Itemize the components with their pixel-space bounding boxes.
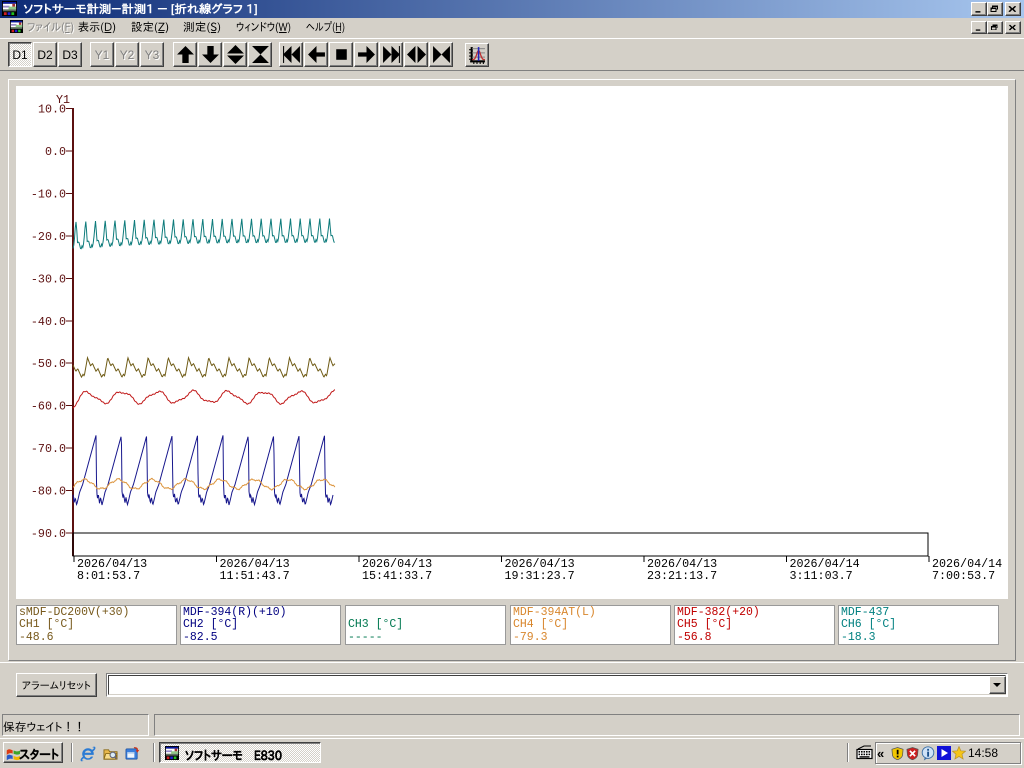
svg-text:-20.0: -20.0: [31, 230, 66, 244]
svg-text:19:31:23.7: 19:31:23.7: [505, 569, 575, 583]
svg-text:8:01:53.7: 8:01:53.7: [77, 569, 140, 583]
svg-text:15:41:33.7: 15:41:33.7: [362, 569, 432, 583]
svg-text:Y1: Y1: [56, 93, 70, 107]
svg-text:23:21:13.7: 23:21:13.7: [647, 569, 717, 583]
svg-text:0.0: 0.0: [45, 145, 66, 159]
svg-text:-80.0: -80.0: [31, 485, 66, 499]
svg-text:-50.0: -50.0: [31, 357, 66, 371]
svg-text:7:00:53.7: 7:00:53.7: [932, 569, 995, 583]
svg-text:-90.0: -90.0: [31, 527, 66, 541]
svg-text:-60.0: -60.0: [31, 400, 66, 414]
svg-text:3:11:03.7: 3:11:03.7: [790, 569, 853, 583]
svg-text:-30.0: -30.0: [31, 272, 66, 286]
svg-text:-40.0: -40.0: [31, 315, 66, 329]
svg-text:11:51:43.7: 11:51:43.7: [220, 569, 290, 583]
svg-text:-10.0: -10.0: [31, 187, 66, 201]
svg-text:-70.0: -70.0: [31, 442, 66, 456]
